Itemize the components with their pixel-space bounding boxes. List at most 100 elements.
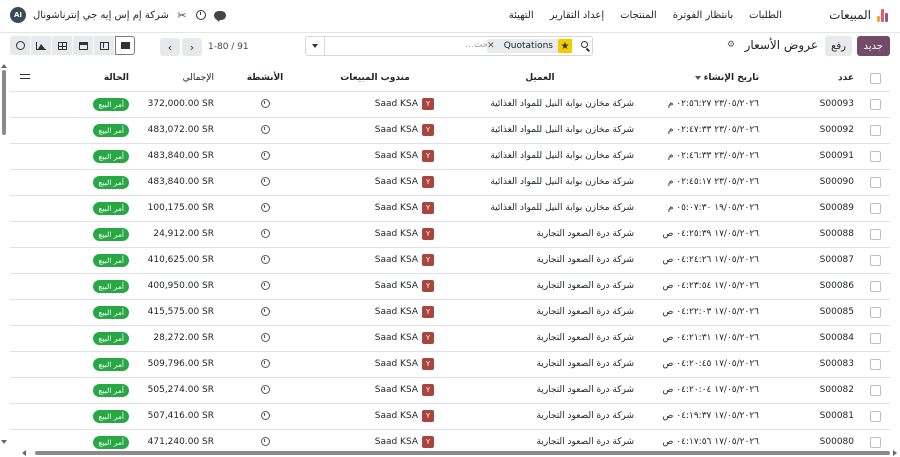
row-checkbox[interactable] — [860, 377, 890, 404]
select-all-checkbox[interactable] — [860, 66, 890, 92]
menu-products[interactable]: المنتجات — [620, 10, 657, 21]
activity-cell[interactable] — [220, 169, 310, 196]
table-row[interactable]: أمر البيع 28,272.00 SR Saad KSA Y شركة درة ا… — [10, 325, 890, 352]
activity-clock-icon[interactable] — [260, 359, 270, 368]
activity-view-button[interactable] — [10, 36, 30, 55]
row-checkbox[interactable] — [860, 143, 890, 170]
menu-to-invoice[interactable]: بانتظار الفوترة — [673, 10, 733, 21]
activity-clock-icon[interactable] — [260, 255, 270, 264]
column-header-total[interactable]: الإجمالي — [135, 66, 220, 92]
column-header-salesperson[interactable]: مندوب المبيعات — [310, 66, 440, 92]
debug-tools-icon[interactable]: ✂ — [176, 9, 188, 22]
table-row[interactable]: أمر البيع 372,000.00 SR Saad KSA Y شركة مخاز… — [10, 91, 890, 118]
table-row[interactable]: أمر البيع 483,072.00 SR Saad KSA Y شركة مخاز… — [10, 117, 890, 144]
optional-columns-toggle[interactable] — [10, 66, 40, 92]
activity-cell[interactable] — [220, 325, 310, 352]
activity-clock-icon[interactable] — [260, 281, 270, 290]
upload-button[interactable]: رفع — [825, 36, 852, 56]
row-checkbox[interactable] — [860, 429, 890, 450]
table-row[interactable]: أمر البيع 415,575.00 SR Saad KSA Y شركة درة … — [10, 299, 890, 326]
column-header-number[interactable]: عدد — [765, 66, 860, 92]
menu-reporting[interactable]: إعداد التقارير — [550, 10, 604, 21]
scroll-right-arrow[interactable] — [893, 450, 897, 456]
activity-cell[interactable] — [220, 403, 310, 430]
table-row[interactable]: أمر البيع 509,796.00 SR Saad KSA Y شركة درة … — [10, 351, 890, 378]
activity-clock-icon[interactable] — [260, 151, 270, 160]
row-checkbox[interactable] — [860, 325, 890, 352]
table-row[interactable]: أمر البيع 471,240.00 SR Saad KSA Y شركة درة … — [10, 429, 890, 450]
row-checkbox[interactable] — [860, 195, 890, 222]
menu-orders[interactable]: الطلبات — [749, 10, 782, 21]
company-switcher[interactable]: شركة إم إس إيه جي إنترناشونال — [33, 10, 169, 21]
activity-cell[interactable] — [220, 351, 310, 378]
row-checkbox[interactable] — [860, 169, 890, 196]
row-checkbox[interactable] — [860, 351, 890, 378]
row-checkbox[interactable] — [860, 117, 890, 144]
table-row[interactable]: أمر البيع 24,912.00 SR Saad KSA Y شركة درة ا… — [10, 221, 890, 248]
activity-clock-icon[interactable] — [260, 229, 270, 238]
table-row[interactable]: أمر البيع 483,840.00 SR Saad KSA Y شركة مخاز… — [10, 143, 890, 170]
activity-cell[interactable] — [220, 429, 310, 450]
table-row[interactable]: أمر البيع 100,175.00 SR Saad KSA Y شركة مخاز… — [10, 195, 890, 222]
row-checkbox[interactable] — [860, 403, 890, 430]
scroll-down-arrow[interactable] — [1, 440, 7, 444]
calendar-view-button[interactable] — [73, 36, 93, 55]
activity-cell[interactable] — [220, 221, 310, 248]
messaging-chat-icon[interactable] — [213, 9, 226, 22]
column-header-customer[interactable]: العميل — [440, 66, 640, 92]
table-row[interactable]: أمر البيع 505,274.00 SR Saad KSA Y شركة درة … — [10, 377, 890, 404]
scroll-up-arrow[interactable] — [1, 64, 7, 68]
activity-cell[interactable] — [220, 143, 310, 170]
row-checkbox[interactable] — [860, 91, 890, 118]
activity-clock-icon[interactable] — [260, 203, 270, 212]
activity-cell[interactable] — [220, 117, 310, 144]
new-button[interactable]: جديد — [856, 36, 890, 56]
horizontal-scrollbar[interactable] — [35, 451, 890, 455]
activity-clock-icon[interactable] — [260, 307, 270, 316]
activity-clock-icon[interactable] — [260, 99, 270, 108]
table-row[interactable]: أمر البيع 483,840.00 SR Saad KSA Y شركة مخاز… — [10, 169, 890, 196]
scroll-left-arrow[interactable] — [22, 450, 26, 456]
menu-configuration[interactable]: التهيئة — [509, 10, 534, 21]
activity-clock-icon[interactable] — [260, 411, 270, 420]
pager-value[interactable]: 1-80 / 91 — [208, 42, 249, 52]
list-view-button[interactable] — [115, 36, 135, 55]
user-avatar[interactable]: AI — [10, 7, 26, 23]
activity-cell[interactable] — [220, 377, 310, 404]
row-checkbox[interactable] — [860, 221, 890, 248]
salesperson-cell: Saad KSA Y — [310, 351, 440, 378]
column-header-status[interactable]: الحالة — [40, 66, 135, 92]
row-checkbox[interactable] — [860, 247, 890, 274]
table-row[interactable]: أمر البيع 410,625.00 SR Saad KSA Y شركة درة … — [10, 247, 890, 274]
activity-clock-icon[interactable] — [260, 385, 270, 394]
table-row[interactable]: أمر البيع 400,950.00 SR Saad KSA Y شركة درة … — [10, 273, 890, 300]
row-checkbox[interactable] — [860, 299, 890, 326]
search-icon[interactable] — [581, 41, 588, 48]
row-checkbox[interactable] — [860, 273, 890, 300]
vertical-scrollbar[interactable] — [2, 70, 6, 135]
activity-cell[interactable] — [220, 247, 310, 274]
activity-clock-icon[interactable] — [260, 125, 270, 134]
table-row[interactable]: أمر البيع 507,416.00 SR Saad KSA Y شركة درة … — [10, 403, 890, 430]
column-header-activities[interactable]: الأنشطة — [220, 66, 310, 92]
activity-cell[interactable] — [220, 195, 310, 222]
activity-clock-icon[interactable] — [260, 333, 270, 342]
pager-next-button[interactable]: › — [182, 38, 202, 56]
search-input[interactable]: بحث... — [331, 40, 491, 50]
activity-cell[interactable] — [220, 299, 310, 326]
kanban-view-button[interactable] — [94, 36, 114, 55]
pivot-view-button[interactable] — [52, 36, 72, 55]
graph-view-button[interactable] — [31, 36, 51, 55]
remove-facet-icon[interactable]: ✕ — [487, 41, 499, 51]
search-options-toggle[interactable] — [306, 37, 325, 55]
app-brand[interactable]: المبيعات — [829, 8, 890, 22]
activity-cell[interactable] — [220, 273, 310, 300]
activity-clock-icon[interactable] — [260, 437, 270, 446]
activity-clock-icon[interactable] — [260, 177, 270, 186]
pager-previous-button[interactable]: ‹ — [160, 38, 180, 56]
activity-cell[interactable] — [220, 91, 310, 118]
actions-gear-icon[interactable]: ⚙ — [727, 41, 735, 50]
app-title[interactable]: المبيعات — [829, 8, 871, 22]
column-header-date[interactable]: تاريخ الإنشاء — [640, 66, 765, 92]
activities-clock-icon[interactable] — [195, 9, 207, 21]
